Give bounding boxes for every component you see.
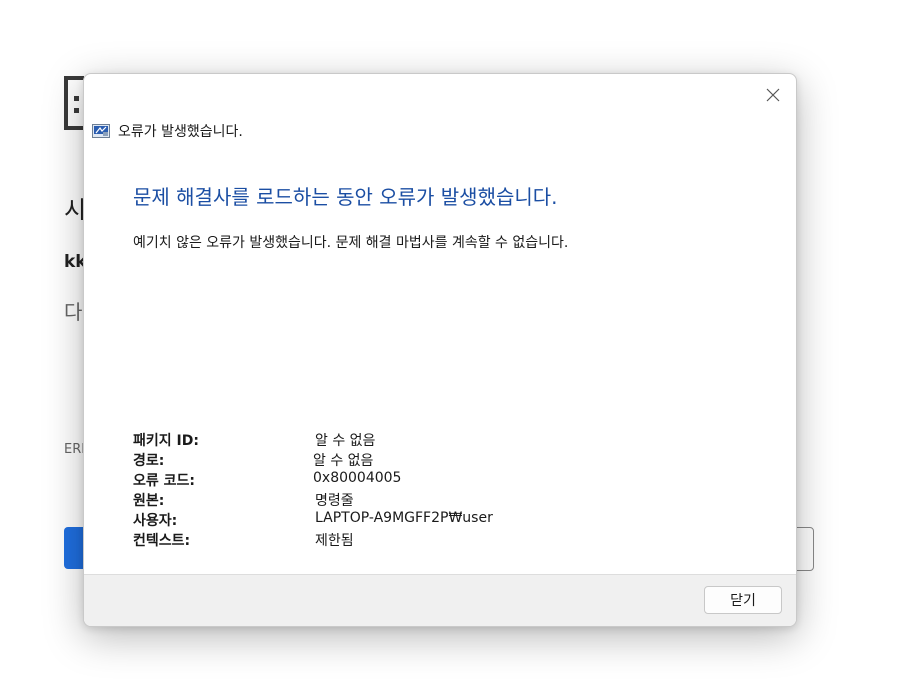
dialog-footer: 닫기 [84, 574, 796, 626]
detail-value: 제한됨 [315, 533, 354, 549]
caption-text: 오류가 발생했습니다. [118, 124, 243, 140]
qr-code-icon [64, 76, 84, 130]
error-message: 예기치 않은 오류가 발생했습니다. 문제 해결 마법사를 계속할 수 없습니다… [133, 235, 569, 251]
troubleshooter-icon [92, 124, 110, 138]
close-button[interactable]: 닫기 [704, 586, 782, 614]
dialog-caption: 오류가 발생했습니다. [92, 121, 243, 141]
detail-value: 명령줄 [315, 493, 354, 509]
detail-value: 0x80004005 [313, 470, 402, 486]
detail-value: 알 수 없음 [313, 453, 374, 469]
detail-label: 원본: [133, 493, 165, 509]
detail-value: LAPTOP-A9MGFF2P₩user [315, 510, 493, 526]
background-description: 다 [64, 300, 83, 324]
error-dialog: 오류가 발생했습니다. 문제 해결사를 로드하는 동안 오류가 발생했습니다. … [83, 73, 797, 627]
error-headline: 문제 해결사를 로드하는 동안 오류가 발생했습니다. [133, 185, 558, 209]
detail-label: 사용자: [133, 513, 178, 529]
detail-value: 알 수 없음 [315, 433, 376, 449]
background-error-code: ERI [64, 442, 86, 457]
detail-label: 패키지 ID: [133, 433, 199, 449]
close-icon[interactable] [760, 82, 786, 108]
detail-label: 오류 코드: [133, 473, 195, 489]
detail-label: 컨텍스트: [133, 533, 191, 549]
detail-label: 경로: [133, 453, 165, 469]
